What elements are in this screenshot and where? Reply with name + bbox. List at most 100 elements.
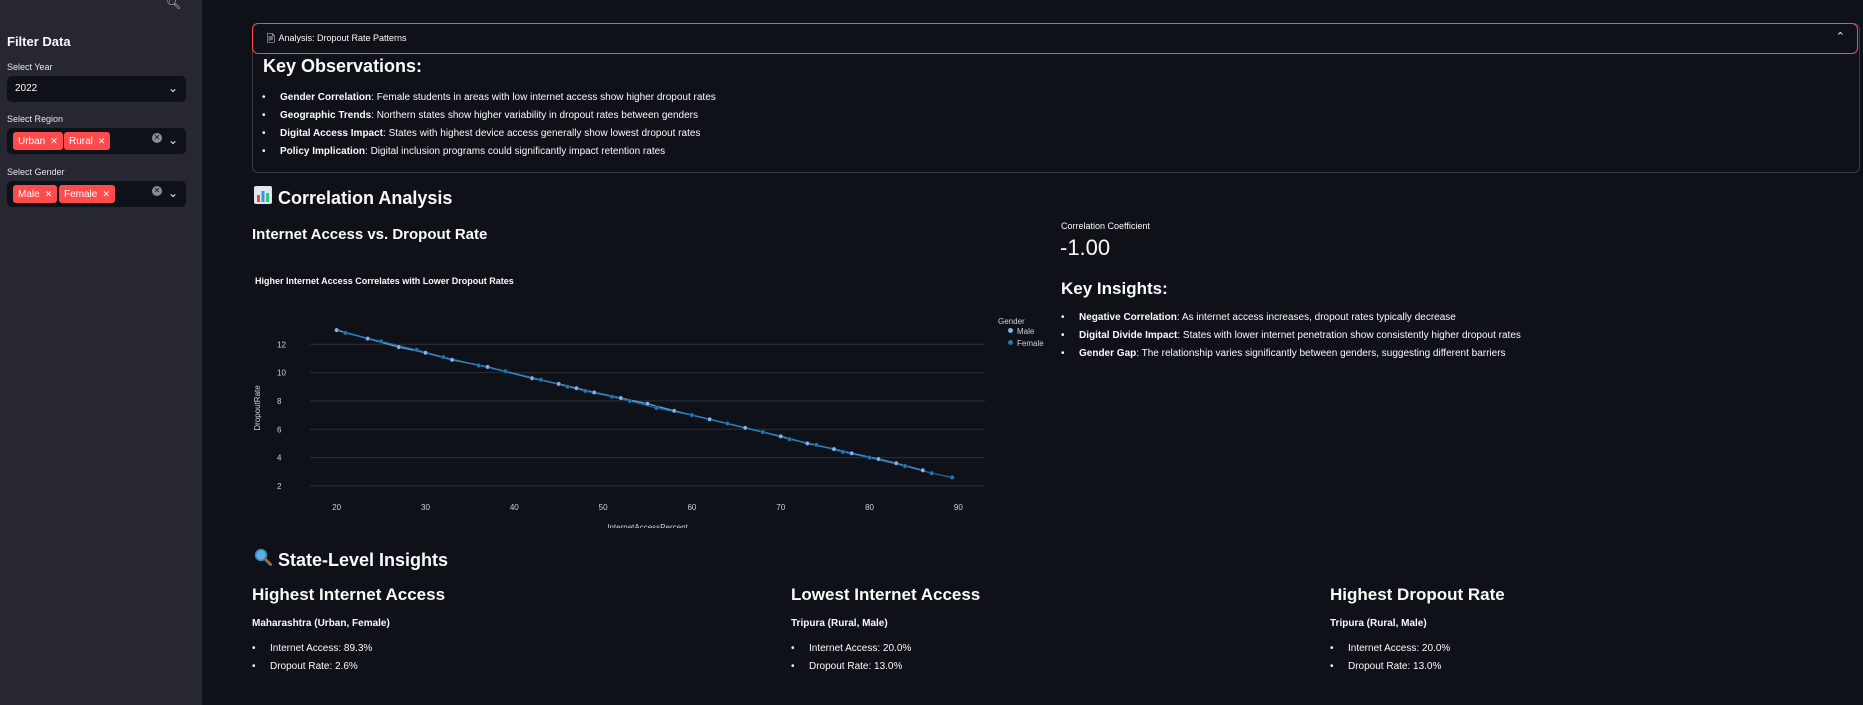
x-tick-label: 90 [954,503,963,512]
expander-header[interactable]: 📄︎ Analysis: Dropout Rate Patterns ⌃ [252,23,1858,54]
region-multiselect[interactable]: Urban ✕ Rural ✕ ✕ ⌄ [7,128,186,154]
list-item: Policy Implication: Digital inclusion pr… [262,143,716,161]
data-point-male [707,416,713,422]
chevron-down-icon[interactable]: ⌄ [168,186,178,200]
close-icon[interactable]: ✕ [50,136,58,146]
card-title: Lowest Internet Access [791,585,981,604]
list-item: Geographic Trends: Northern states show … [262,107,716,125]
expander-title: 📄︎ Analysis: Dropout Rate Patterns [265,33,407,43]
data-point-female [414,347,419,353]
list-item: Digital Access Impact: States with highe… [262,125,716,143]
data-point-male [893,460,899,466]
region-chip-urban[interactable]: Urban ✕ [13,132,63,150]
list-item: Negative Correlation: As internet access… [1061,309,1521,327]
legend-dot [1008,328,1013,333]
chart-legend: Gender Male Female [998,317,1044,350]
data-point-female [378,339,384,344]
data-point-female [867,455,872,460]
data-point-male [423,350,428,356]
data-point-male [618,395,624,401]
data-point-female [609,394,615,400]
clear-icon[interactable]: ✕ [152,186,162,196]
scatter-chart[interactable]: Higher Internet Access Correlates with L… [250,268,1050,528]
data-point-female [689,412,695,418]
card-list: Internet Access: 89.3% Dropout Rate: 2.6… [252,640,372,676]
data-point-female [565,384,570,390]
search-icon[interactable]: 🔍︎ [166,0,181,10]
y-tick-label: 6 [277,425,282,434]
gender-multiselect[interactable]: Male ✕ Female ✕ ✕ ⌄ [7,181,186,207]
y-tick-label: 10 [277,369,286,378]
data-point-female [840,449,846,455]
chip-label: Female [64,189,98,200]
list-item: Internet Access: 89.3% [252,640,372,658]
data-point-female [787,436,793,442]
y-tick-label: 8 [277,397,282,406]
data-point-female [343,330,348,336]
data-point-male [365,336,371,341]
data-point-female [582,388,588,394]
observations-heading: Key Observations: [263,56,423,76]
data-point-male [804,441,810,446]
coefficient-label: Correlation Coefficient [1061,221,1150,231]
x-axis-label: InternetAccessPercent [607,523,688,528]
year-select[interactable]: 2022 ⌄ [7,76,186,102]
chip-label: Urban [18,136,46,147]
year-value: 2022 [15,83,38,94]
data-point-female [813,442,819,448]
coefficient-value: -1.00 [1060,235,1111,260]
list-item: Digital Divide Impact: States with lower… [1061,327,1521,345]
list-item: Dropout Rate: 2.6% [252,658,372,676]
data-point-female [440,354,446,360]
data-point-female [502,368,508,374]
chevron-down-icon[interactable]: ⌄ [168,133,178,147]
legend-item-male[interactable]: Male [998,326,1044,338]
gender-chip-male[interactable]: Male ✕ [13,185,58,203]
card-title: Highest Dropout Rate [1330,585,1505,604]
list-item: Internet Access: 20.0% [1330,640,1450,658]
close-icon[interactable]: ✕ [45,189,53,199]
data-point-male [529,375,535,381]
chip-label: Rural [69,136,93,147]
data-point-female [902,463,908,469]
close-icon[interactable]: ✕ [102,189,110,199]
y-tick-label: 4 [277,454,282,463]
data-point-female [929,470,935,476]
clear-icon[interactable]: ✕ [152,133,162,143]
data-point-male [876,456,881,462]
data-point-male [485,364,491,370]
x-tick-label: 60 [687,503,696,512]
chevron-up-icon[interactable]: ⌃ [1836,30,1845,43]
sidebar-title: Filter Data [7,34,71,49]
list-item: Dropout Rate: 13.0% [1330,658,1450,676]
data-point-male [591,390,597,395]
gender-chip-female[interactable]: Female ✕ [59,185,115,203]
data-point-male [645,401,650,407]
chart-subheading: Internet Access vs. Dropout Rate [252,226,488,243]
legend-title: Gender [998,317,1025,326]
card-title: Highest Internet Access [252,585,446,604]
data-point-male [742,425,748,431]
data-point-female [653,405,659,411]
magnifier-icon [254,548,272,571]
observations-list: Gender Correlation: Female students in a… [262,89,716,161]
data-point-male [831,446,837,452]
data-point-female [538,377,544,383]
data-point-female [627,398,633,404]
data-point-female [949,475,955,480]
y-tick-label: 12 [277,340,286,349]
card-subtitle: Tripura (Rural, Male) [791,618,888,629]
close-icon[interactable]: ✕ [98,136,106,146]
data-point-female [760,429,766,435]
data-point-male [556,381,562,387]
card-list: Internet Access: 20.0% Dropout Rate: 13.… [791,640,911,676]
year-label: Select Year [7,62,53,72]
data-point-male [396,344,402,350]
legend-item-female[interactable]: Female [998,338,1044,350]
data-point-male [449,357,455,363]
chevron-down-icon: ⌄ [167,81,178,95]
region-chip-rural[interactable]: Rural ✕ [64,132,111,150]
state-heading: State-Level Insights [254,548,448,571]
card-subtitle: Maharashtra (Urban, Female) [252,618,390,629]
x-tick-label: 20 [332,503,341,512]
